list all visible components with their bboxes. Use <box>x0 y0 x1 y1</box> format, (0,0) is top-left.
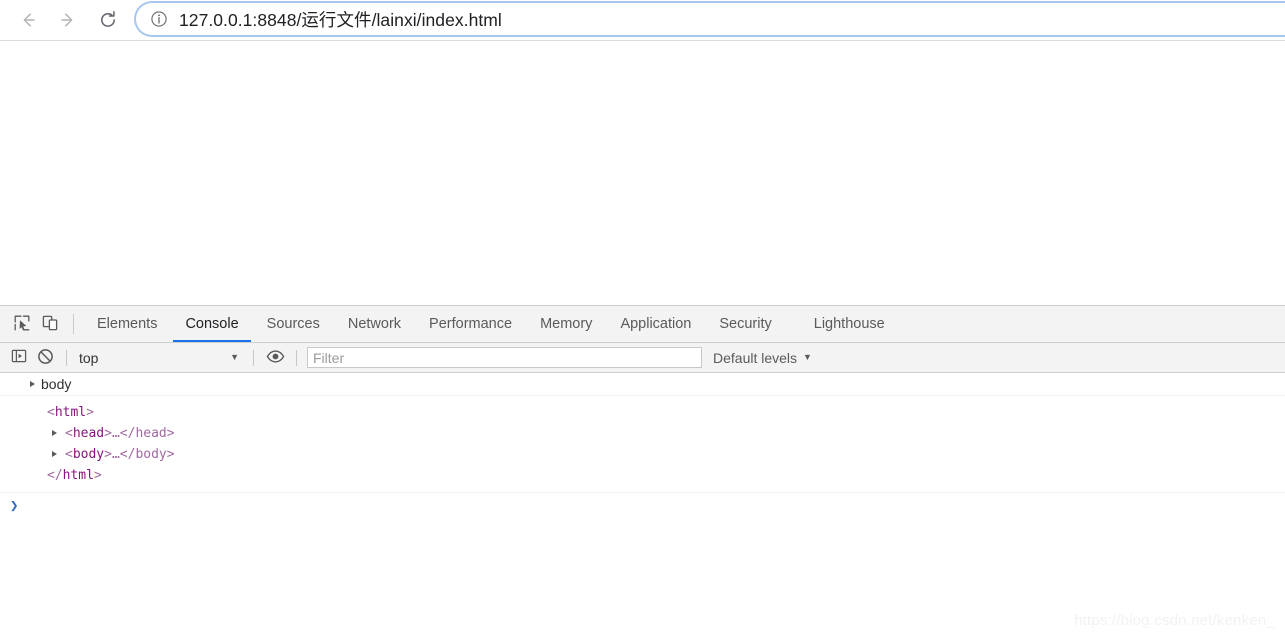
open-bracket: </ <box>47 468 63 483</box>
open-bracket: < <box>65 426 73 441</box>
console-output[interactable]: body <html> <head>…</head> <body>…</body… <box>0 373 1285 637</box>
close-bracket: > <box>104 426 112 441</box>
url-text[interactable]: 127.0.0.1:8848/运行文件/lainxi/index.html <box>179 7 502 32</box>
collapsed-ellipsis: … <box>111 426 120 441</box>
console-message[interactable]: <html> <head>…</head> <body>…</body> </h… <box>0 396 1285 493</box>
site-info-icon[interactable] <box>150 10 168 28</box>
browser-toolbar: 127.0.0.1:8848/运行文件/lainxi/index.html <box>0 0 1285 40</box>
expand-triangle-icon[interactable] <box>52 430 57 436</box>
prompt-chevron-icon: ❯ <box>10 498 19 514</box>
tab-sources[interactable]: Sources <box>253 306 334 342</box>
tag-name: html <box>62 468 94 483</box>
log-levels-selector[interactable]: Default levels ▼ <box>713 350 812 366</box>
sidebar-panel-icon <box>11 348 27 367</box>
tab-network[interactable]: Network <box>334 306 415 342</box>
dom-tree-line-content: <head>…</head> <box>52 423 175 444</box>
dom-tree-line[interactable]: <body>…</body> <box>0 444 1285 465</box>
filterbar-divider-3 <box>296 349 297 366</box>
close-bracket: > <box>104 447 112 462</box>
tag-name: body <box>72 447 105 462</box>
forward-button[interactable] <box>54 6 82 34</box>
tab-console[interactable]: Console <box>171 306 252 342</box>
tag-name: html <box>54 405 87 420</box>
close-bracket: > <box>93 468 102 483</box>
devtools-tab-list: Elements Console Sources Network Perform… <box>83 306 899 342</box>
object-preview-row[interactable]: body <box>0 373 1285 395</box>
closing-tag: </body> <box>119 447 175 462</box>
devtools-tabbar: Elements Console Sources Network Perform… <box>0 306 1285 343</box>
dom-tree-line[interactable]: </html> <box>0 465 1285 486</box>
tab-security[interactable]: Security <box>705 306 785 342</box>
open-bracket: < <box>65 447 73 462</box>
back-button[interactable] <box>14 6 42 34</box>
eye-icon <box>266 349 285 367</box>
console-prompt[interactable]: ❯ <box>0 493 1285 519</box>
tab-elements[interactable]: Elements <box>83 306 171 342</box>
dom-tree-line[interactable]: <head>…</head> <box>0 423 1285 444</box>
inspect-element-button[interactable] <box>8 306 36 342</box>
closing-tag: </head> <box>119 426 175 441</box>
filterbar-divider-1 <box>66 349 67 366</box>
console-filter-input[interactable] <box>307 347 702 368</box>
execution-context-selector[interactable]: top ▼ <box>75 347 245 369</box>
collapsed-ellipsis: … <box>111 447 120 462</box>
dom-tree-line[interactable]: <html> <box>0 402 1285 423</box>
clear-console-button[interactable] <box>32 345 58 371</box>
tab-lighthouse[interactable]: Lighthouse <box>800 306 899 342</box>
expand-triangle-icon[interactable] <box>30 381 35 387</box>
console-message[interactable]: body <box>0 373 1285 396</box>
inspect-cursor-icon <box>13 314 31 335</box>
page-viewport <box>0 41 1285 305</box>
device-toolbar-toggle-button[interactable] <box>36 306 64 342</box>
dom-tree-line-content: <body>…</body> <box>52 444 175 465</box>
dom-tree-outline[interactable]: <html> <head>…</head> <body>…</body> </h… <box>0 396 1285 492</box>
tab-application[interactable]: Application <box>606 306 705 342</box>
tag-name: head <box>72 426 105 441</box>
console-filter-toolbar: top ▼ Default levels ▼ <box>0 343 1285 373</box>
address-bar[interactable]: 127.0.0.1:8848/运行文件/lainxi/index.html <box>134 1 1285 37</box>
reload-icon <box>97 9 119 31</box>
back-arrow-icon <box>17 9 39 31</box>
devtools-panel: Elements Console Sources Network Perform… <box>0 305 1285 637</box>
execution-context-value: top <box>79 349 99 366</box>
chevron-down-icon: ▼ <box>230 352 239 362</box>
clear-circle-slash-icon <box>37 348 54 368</box>
console-sidebar-toggle-button[interactable] <box>6 345 32 371</box>
filterbar-divider-2 <box>253 349 254 366</box>
log-levels-value: Default levels <box>713 349 798 366</box>
forward-arrow-icon <box>57 9 79 31</box>
tabbar-divider <box>73 314 74 334</box>
tab-memory[interactable]: Memory <box>526 306 606 342</box>
tab-performance[interactable]: Performance <box>415 306 526 342</box>
object-preview-label: body <box>41 376 72 392</box>
open-bracket: < <box>47 405 55 420</box>
device-toggle-icon <box>41 314 59 335</box>
reload-button[interactable] <box>94 6 122 34</box>
expand-triangle-icon[interactable] <box>52 451 57 457</box>
close-bracket: > <box>86 405 94 420</box>
chevron-down-icon: ▼ <box>803 352 812 362</box>
live-expression-button[interactable] <box>262 345 288 371</box>
